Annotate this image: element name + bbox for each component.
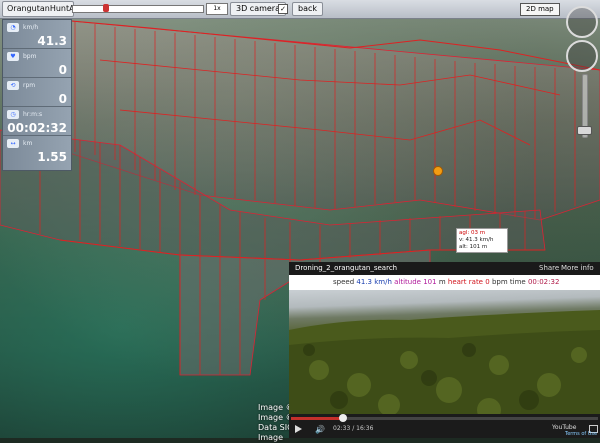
- time-stat: ◷ hr:m:s 00:02:32: [3, 107, 71, 136]
- speed-unit: km/h: [23, 24, 39, 31]
- time-value: 00:02:32: [7, 121, 67, 135]
- heart-rate-stat: ♥ bpm 0: [3, 49, 71, 78]
- more-info-button[interactable]: More info: [561, 262, 594, 275]
- cadence-value: 0: [58, 92, 67, 106]
- time-unit: hr:m:s: [23, 111, 43, 118]
- cadence-icon: ⟲: [7, 81, 19, 90]
- cadence-stat: ⟲ rpm 0: [3, 78, 71, 107]
- timer-icon: ◷: [7, 110, 19, 119]
- speed-stat: ◔ km/h 41.3: [3, 20, 71, 49]
- back-button[interactable]: back: [292, 2, 324, 16]
- youtube-logo[interactable]: YouTube: [552, 424, 576, 431]
- distance-icon: ↔: [7, 139, 19, 148]
- 2d-map-button[interactable]: 2D map: [520, 3, 560, 16]
- zoom-slider-handle[interactable]: [577, 126, 592, 135]
- volume-icon[interactable]: 🔊: [315, 425, 325, 434]
- pan-navigation-control[interactable]: [566, 40, 598, 72]
- hud-altitude-value: 101: [423, 278, 437, 286]
- tooltip-agl: agl: 03 m: [459, 230, 486, 236]
- video-progress-bar[interactable]: [291, 414, 598, 422]
- camera-checkbox[interactable]: ✓: [278, 4, 288, 14]
- speed-value: 41.3: [37, 34, 67, 48]
- scrubber-handle[interactable]: [103, 4, 109, 12]
- hud-speed-value: 41.3: [356, 278, 372, 286]
- hud-time-value: 00:02:32: [527, 278, 560, 286]
- video-header: Droning_2_orangutan_search Share More in…: [289, 262, 600, 275]
- tooltip-altitude: alt: 101 m: [459, 244, 488, 250]
- terms-of-use-link[interactable]: Terms of Use: [565, 431, 597, 437]
- tooltip-speed: v: 41.3 km/h: [459, 237, 494, 243]
- position-tooltip: agl: 03 m v: 41.3 km/h alt: 101 m: [456, 228, 508, 253]
- distance-value: 1.55: [37, 150, 67, 164]
- play-icon[interactable]: [295, 425, 302, 433]
- video-progress-handle[interactable]: [339, 414, 348, 422]
- hud-altitude-unit: m: [438, 278, 446, 286]
- hud-speed-unit: km/h: [374, 278, 392, 286]
- video-frame-forest[interactable]: [289, 290, 600, 424]
- heart-rate-unit: bpm: [23, 53, 37, 60]
- video-title[interactable]: Droning_2_orangutan_search: [295, 262, 397, 275]
- forest-canopy-image: [289, 310, 600, 424]
- video-controls: 🔊 02:33 / 16:36 YouTube: [289, 414, 600, 438]
- playback-scrubber[interactable]: [72, 4, 204, 13]
- distance-stat: ↔ km 1.55: [3, 136, 71, 164]
- speedometer-icon: ◔: [7, 23, 19, 32]
- distance-unit: km: [23, 140, 33, 147]
- hud-altitude-label: altitude: [394, 278, 421, 286]
- cadence-unit: rpm: [23, 82, 36, 89]
- tour-tab[interactable]: OrangutanHuntAr...: [2, 1, 74, 17]
- speed-select[interactable]: 1x: [206, 3, 228, 15]
- share-button[interactable]: Share: [539, 262, 559, 275]
- video-progress-fill: [291, 417, 344, 420]
- heart-rate-icon: ♥: [7, 52, 19, 61]
- compass-navigation-control[interactable]: [566, 6, 598, 38]
- drone-position-marker[interactable]: [433, 166, 443, 176]
- stats-panel: ◔ km/h 41.3 ♥ bpm 0 ⟲ rpm 0 ◷ hr:m:s 00:…: [2, 19, 72, 171]
- hud-time-label: time: [509, 278, 526, 286]
- telemetry-text: speed 41.3 km/h altitude 101 m heart rat…: [333, 275, 559, 290]
- heart-rate-value: 0: [58, 63, 67, 77]
- hud-heart-rate-unit: bpm: [491, 278, 508, 286]
- hud-speed-label: speed: [333, 278, 355, 286]
- hud-heart-rate-label: heart rate: [447, 278, 483, 286]
- hud-heart-rate-value: 0: [485, 278, 490, 286]
- video-elapsed-time: 02:33 / 16:36: [333, 425, 374, 432]
